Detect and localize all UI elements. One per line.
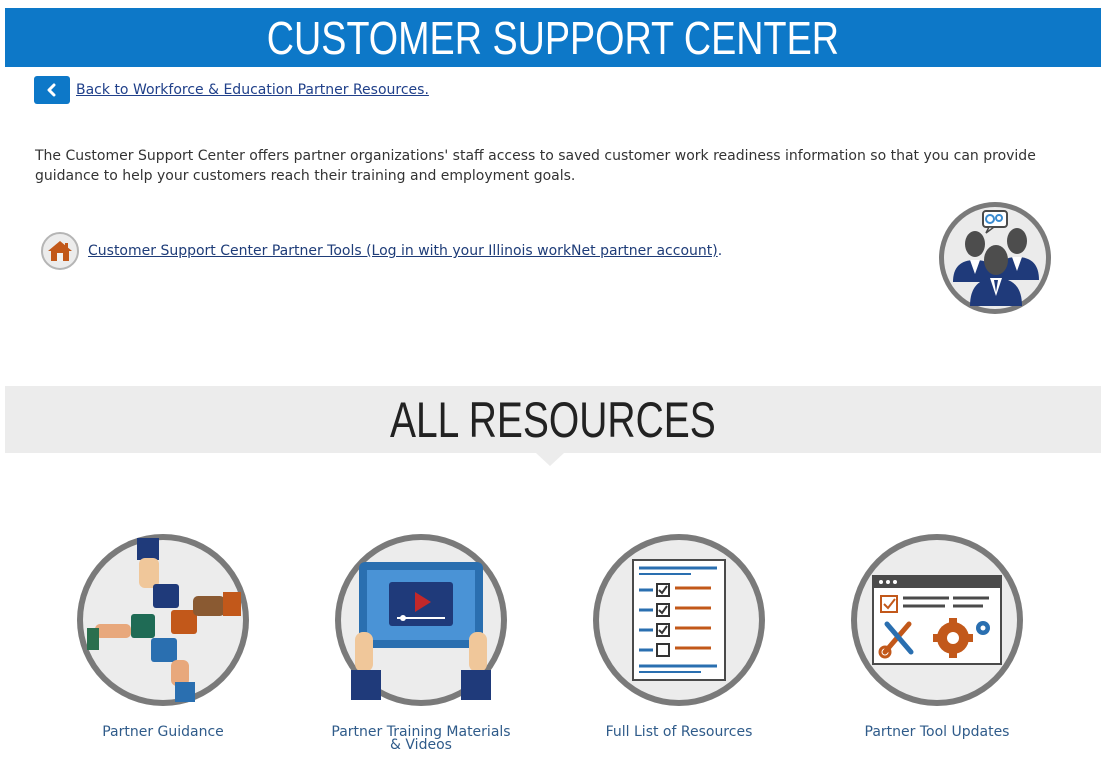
partner-tools-row: Customer Support Center Partner Tools (L…: [41, 232, 722, 270]
section-pointer: [536, 453, 564, 466]
partner-tools-suffix: .: [717, 243, 723, 259]
partner-tools-link[interactable]: Customer Support Center Partner Tools (L…: [88, 243, 718, 259]
chevron-left-icon: [47, 83, 56, 97]
resource-label-training-videos[interactable]: Partner Training Materials & Videos: [326, 725, 516, 752]
resource-label-partner-guidance[interactable]: Partner Guidance: [68, 725, 258, 739]
all-resources-band: ALL RESOURCES: [5, 386, 1101, 453]
checklist-icon: [593, 534, 765, 706]
resource-card-tool-updates[interactable]: Partner Tool Updates: [842, 532, 1032, 739]
people-group-icon: [939, 202, 1051, 314]
puzzle-hands-icon: [77, 534, 249, 706]
tools-gear-icon: [851, 534, 1023, 706]
page-title: CUSTOMER SUPPORT CENTER: [266, 11, 840, 64]
resource-label-full-list[interactable]: Full List of Resources: [584, 725, 774, 739]
back-button[interactable]: [34, 76, 70, 104]
tablet-video-icon: [335, 534, 507, 706]
back-nav: Back to Workforce & Education Partner Re…: [34, 76, 429, 104]
resource-card-full-list[interactable]: Full List of Resources: [584, 532, 774, 739]
home-icon[interactable]: [41, 232, 79, 270]
intro-paragraph: The Customer Support Center offers partn…: [35, 148, 1036, 184]
resource-card-partner-guidance[interactable]: Partner Guidance: [68, 532, 258, 739]
back-link[interactable]: Back to Workforce & Education Partner Re…: [76, 82, 429, 98]
resource-card-training-videos[interactable]: Partner Training Materials & Videos: [326, 532, 516, 752]
resource-label-tool-updates[interactable]: Partner Tool Updates: [842, 725, 1032, 739]
page-header-banner: CUSTOMER SUPPORT CENTER: [5, 8, 1101, 67]
all-resources-title: ALL RESOURCES: [390, 391, 716, 448]
